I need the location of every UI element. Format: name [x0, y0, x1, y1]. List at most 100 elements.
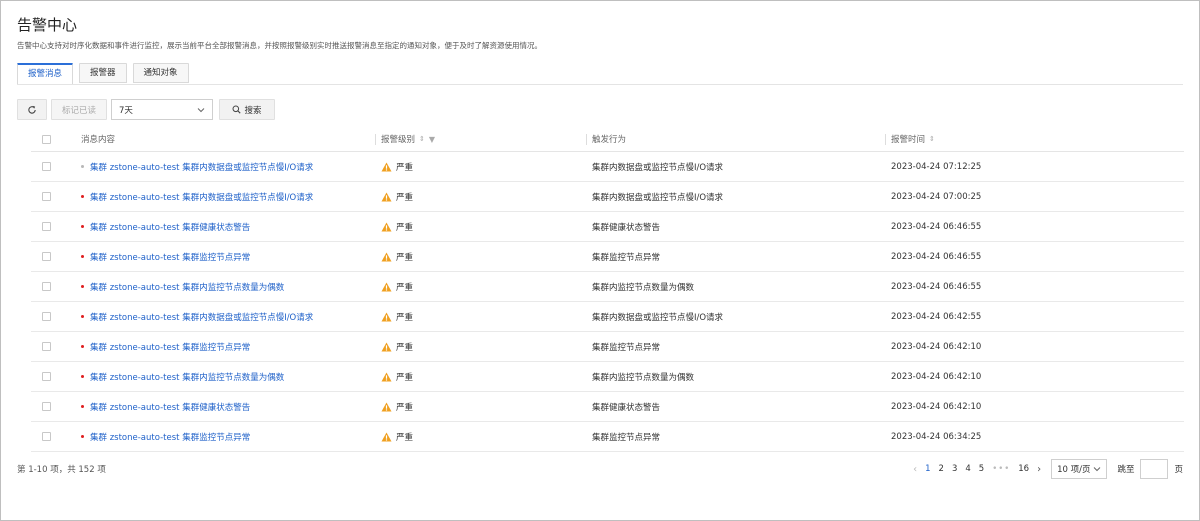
table-row: 集群 zstone-auto-test 集群内监控节点数量为偶数 严重 集群内监控节…	[31, 362, 1184, 392]
row-checkbox[interactable]	[42, 342, 51, 351]
alarm-level: 严重	[396, 312, 414, 323]
pagination-total: 第 1-10 项，共 152 项	[17, 465, 106, 475]
page-unit-label: 页	[1174, 465, 1183, 475]
time-range-select[interactable]: 7天	[111, 99, 213, 120]
alarm-level: 严重	[396, 252, 414, 263]
unread-dot	[81, 315, 84, 318]
page-size-select[interactable]: 10 项/页	[1051, 459, 1108, 479]
time-range-value: 7天	[119, 105, 133, 116]
row-checkbox[interactable]	[42, 222, 51, 231]
warning-icon	[381, 402, 392, 411]
page-number[interactable]: 1	[925, 464, 930, 474]
alarm-message-link[interactable]: 集群 zstone-auto-test 集群监控节点异常	[90, 251, 250, 263]
row-checkbox[interactable]	[42, 252, 51, 261]
table-row: 集群 zstone-auto-test 集群内数据盘或监控节点慢I/O请求 严重 集…	[31, 152, 1184, 182]
alarm-message-link[interactable]: 集群 zstone-auto-test 集群监控节点异常	[90, 431, 250, 443]
row-checkbox[interactable]	[42, 162, 51, 171]
alarm-message-link[interactable]: 集群 zstone-auto-test 集群内监控节点数量为偶数	[90, 371, 284, 383]
unread-dot	[81, 435, 84, 438]
page-number-last[interactable]: 16	[1018, 464, 1029, 474]
alarm-center-page: 告警中心 告警中心支持对时序化数据和事件进行监控，展示当前平台全部报警消息，并按…	[0, 0, 1200, 521]
sort-icon[interactable]: ⇕	[419, 135, 425, 143]
page-number[interactable]: 4	[965, 464, 970, 474]
page-number[interactable]: 2	[939, 464, 944, 474]
alarm-message-link[interactable]: 集群 zstone-auto-test 集群健康状态警告	[90, 401, 250, 413]
alarm-message-link[interactable]: 集群 zstone-auto-test 集群内监控节点数量为偶数	[90, 281, 284, 293]
alarm-time: 2023-04-24 06:46:55	[891, 281, 982, 292]
alarm-time: 2023-04-24 06:46:55	[891, 251, 982, 262]
unread-dot	[81, 375, 84, 378]
column-divider	[586, 134, 587, 145]
row-checkbox[interactable]	[42, 432, 51, 441]
jump-page-input[interactable]	[1140, 459, 1169, 479]
alarm-level: 严重	[396, 282, 414, 293]
alarm-message-link[interactable]: 集群 zstone-auto-test 集群内数据盘或监控节点慢I/O请求	[90, 311, 313, 323]
column-header-time[interactable]: 报警时间 ⇕	[891, 127, 935, 151]
tab-notification-targets[interactable]: 通知对象	[132, 63, 189, 83]
trigger-action: 集群监控节点异常	[592, 252, 661, 263]
search-button[interactable]: 搜索	[219, 99, 275, 120]
jump-label: 跳至	[1117, 465, 1135, 475]
trigger-action: 集群内监控节点数量为偶数	[592, 282, 695, 293]
trigger-action: 集群监控节点异常	[592, 432, 661, 443]
tab-alarm-messages[interactable]: 报警消息	[17, 63, 74, 85]
row-checkbox[interactable]	[42, 372, 51, 381]
column-divider	[885, 134, 886, 145]
row-checkbox[interactable]	[42, 312, 51, 321]
row-checkbox[interactable]	[42, 402, 51, 411]
prev-page-icon[interactable]: ‹	[913, 464, 917, 475]
pagination: ‹ 1 2 3 4 5 ••• 16 › 10 项/页 跳至 页	[909, 459, 1183, 479]
next-page-icon[interactable]: ›	[1037, 464, 1041, 475]
select-all-checkbox[interactable]	[42, 134, 51, 144]
alarm-level: 严重	[396, 402, 414, 413]
trigger-action: 集群内监控节点数量为偶数	[592, 372, 695, 383]
table-header: 消息内容 报警级别 ⇕ ▼ 触发行为 报警时间 ⇕	[31, 127, 1184, 152]
sort-icon[interactable]: ⇕	[929, 135, 935, 143]
page-title: 告警中心	[17, 16, 78, 34]
page-number[interactable]: 3	[952, 464, 957, 474]
more-pages-icon[interactable]: •••	[992, 464, 1010, 474]
table-row: 集群 zstone-auto-test 集群健康状态警告 严重 集群健康状态警告 20…	[31, 212, 1184, 242]
alarm-message-link[interactable]: 集群 zstone-auto-test 集群健康状态警告	[90, 221, 250, 233]
search-icon	[232, 105, 242, 114]
table-row: 集群 zstone-auto-test 集群监控节点异常 严重 集群监控节点异常 20…	[31, 242, 1184, 272]
unread-dot	[81, 405, 84, 408]
table-row: 集群 zstone-auto-test 集群健康状态警告 严重 集群健康状态警告 20…	[31, 392, 1184, 422]
alarm-time: 2023-04-24 06:42:10	[891, 341, 982, 352]
unread-dot	[81, 225, 84, 228]
alarm-time: 2023-04-24 06:42:10	[891, 401, 982, 412]
alarm-time: 2023-04-24 06:46:55	[891, 221, 982, 232]
column-header-time-label: 报警时间	[891, 135, 926, 145]
table-row: 集群 zstone-auto-test 集群监控节点异常 严重 集群监控节点异常 20…	[31, 422, 1184, 452]
warning-icon	[381, 282, 392, 291]
row-checkbox[interactable]	[42, 192, 51, 201]
toolbar: 标记已读 7天 搜索	[17, 99, 279, 120]
column-divider	[375, 134, 376, 145]
trigger-action: 集群健康状态警告	[592, 402, 661, 413]
search-button-label: 搜索	[244, 105, 262, 116]
chevron-down-icon	[1094, 467, 1101, 472]
alarm-level: 严重	[396, 372, 414, 383]
filter-icon[interactable]: ▼	[429, 135, 435, 144]
page-description: 告警中心支持对时序化数据和事件进行监控，展示当前平台全部报警消息，并按照报警级别…	[17, 41, 542, 50]
unread-dot	[81, 345, 84, 348]
alarm-message-link[interactable]: 集群 zstone-auto-test 集群监控节点异常	[90, 341, 250, 353]
refresh-button[interactable]	[17, 99, 47, 120]
warning-icon	[381, 162, 392, 171]
warning-icon	[381, 222, 392, 231]
alarm-message-link[interactable]: 集群 zstone-auto-test 集群内数据盘或监控节点慢I/O请求	[90, 191, 313, 203]
alarm-level: 严重	[396, 432, 414, 443]
page-number[interactable]: 5	[979, 464, 984, 474]
mark-read-button[interactable]: 标记已读	[51, 99, 107, 120]
warning-icon	[381, 372, 392, 381]
unread-dot	[81, 165, 84, 168]
alarm-table: 消息内容 报警级别 ⇕ ▼ 触发行为 报警时间 ⇕ 集群 zstone-auto…	[31, 127, 1184, 452]
column-header-level[interactable]: 报警级别 ⇕ ▼	[381, 127, 435, 151]
page-size-value: 10 项/页	[1057, 465, 1091, 475]
tab-alarms[interactable]: 报警器	[79, 63, 127, 83]
trigger-action: 集群监控节点异常	[592, 342, 661, 353]
table-row: 集群 zstone-auto-test 集群内数据盘或监控节点慢I/O请求 严重 集…	[31, 182, 1184, 212]
alarm-message-link[interactable]: 集群 zstone-auto-test 集群内数据盘或监控节点慢I/O请求	[90, 161, 313, 173]
trigger-action: 集群内数据盘或监控节点慢I/O请求	[592, 312, 724, 323]
row-checkbox[interactable]	[42, 282, 51, 291]
